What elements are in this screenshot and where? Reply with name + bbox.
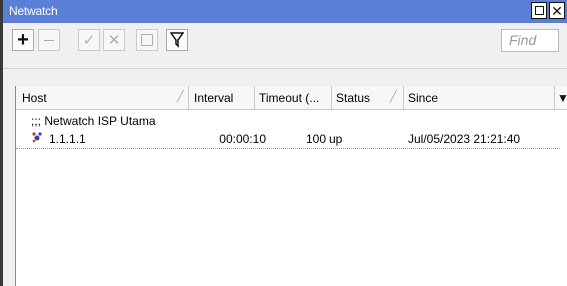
- find-input[interactable]: Find: [501, 29, 559, 52]
- netwatch-icon: [31, 131, 43, 146]
- filter-button[interactable]: [166, 29, 188, 51]
- comment-button[interactable]: [136, 29, 158, 51]
- title-bar: Netwatch ✕: [3, 0, 567, 23]
- column-interval[interactable]: Interval: [189, 86, 255, 110]
- column-chooser-icon[interactable]: ▼: [557, 91, 567, 105]
- row-interval: 00:00:10: [219, 132, 266, 146]
- comment-text: ;;; Netwatch ISP Utama: [31, 114, 156, 128]
- row-host: 1.1.1.1: [49, 132, 86, 146]
- disable-button[interactable]: ✕: [103, 29, 125, 51]
- table-row[interactable]: 1.1.1.1 00:00:10 100 up Jul/05/2023 21:2…: [16, 130, 560, 149]
- row-status: up: [329, 132, 343, 146]
- window-title: Netwatch: [9, 4, 58, 18]
- check-icon: ✓: [82, 31, 96, 49]
- row-since: Jul/05/2023 21:21:40: [408, 132, 521, 146]
- netwatch-table: Host ╱ Interval Timeout (... Status ╱ Si…: [15, 86, 567, 286]
- add-button[interactable]: +: [12, 29, 34, 51]
- close-icon[interactable]: ✕: [549, 2, 565, 19]
- comment-icon: [141, 34, 153, 46]
- table-header: Host ╱ Interval Timeout (... Status ╱ Si…: [16, 86, 567, 110]
- column-host[interactable]: Host: [16, 86, 189, 110]
- plus-icon: +: [17, 28, 29, 51]
- row-timeout: 100: [306, 132, 327, 146]
- sort-indicator: ╱: [390, 91, 397, 103]
- comment-row[interactable]: ;;; Netwatch ISP Utama: [16, 112, 560, 130]
- x-icon: ✕: [107, 31, 121, 49]
- filter-icon: [170, 32, 184, 48]
- netwatch-window: Netwatch ✕ + ✓ ✕ Find Host ╱ Interval Ti…: [0, 0, 567, 286]
- enable-button[interactable]: ✓: [78, 29, 100, 51]
- remove-button[interactable]: [38, 29, 60, 51]
- sort-indicator: ╱: [177, 91, 184, 103]
- maximize-icon[interactable]: [531, 2, 547, 19]
- column-since[interactable]: Since: [404, 86, 555, 110]
- column-timeout[interactable]: Timeout (...: [255, 86, 332, 110]
- minus-icon: [44, 39, 54, 41]
